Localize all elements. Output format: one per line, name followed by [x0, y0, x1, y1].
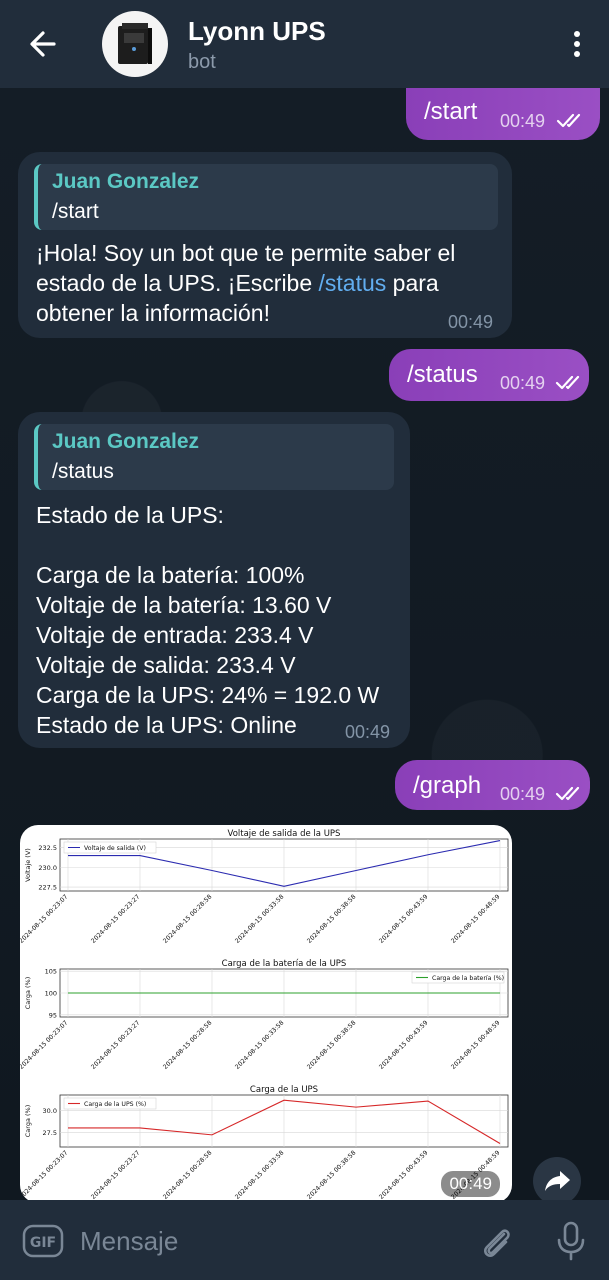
avatar[interactable] [102, 11, 168, 77]
gif-button[interactable]: GIF [22, 1224, 64, 1258]
legend-label: Voltaje de salida (V) [84, 845, 146, 852]
x-tick-label: 2024-08-15 00:23:27 [90, 893, 141, 944]
status-line: Voltaje de la batería: 13.60 V [36, 592, 332, 618]
graph-photo[interactable]: Voltaje de salida de la UPS 2024-08-15 00… [20, 825, 512, 1203]
x-tick-label: 2024-08-15 00:43:59 [378, 1149, 429, 1200]
legend-label: Carga de la UPS (%) [84, 1101, 146, 1108]
x-tick-label: 2024-08-15 00:23:27 [90, 1149, 141, 1200]
y-tick-label: 105 [45, 968, 57, 976]
status-line: Voltaje de entrada: 233.4 V [36, 622, 314, 648]
back-arrow-icon[interactable] [24, 26, 64, 62]
status-line [36, 530, 406, 560]
reply-quoted-text: /start [52, 200, 99, 223]
y-tick-label: 232.5 [38, 844, 57, 852]
x-tick-label: 2024-08-15 00:28:58 [162, 1149, 213, 1200]
status-line: Estado de la UPS: [36, 502, 224, 528]
x-tick-label: 2024-08-15 00:33:58 [234, 1149, 285, 1200]
photo-time: 00:49 [441, 1171, 500, 1197]
message-time: 00:49 [500, 111, 546, 131]
message-text: Estado de la UPS: Carga de la batería: 10… [36, 500, 406, 740]
y-axis-label: Voltaje (V) [24, 848, 32, 882]
x-tick-label: 2024-08-15 00:23:07 [20, 1019, 69, 1070]
x-tick-label: 2024-08-15 00:43:59 [378, 893, 429, 944]
chat-title[interactable]: Lyonn UPS [188, 16, 326, 47]
x-tick-label: 2024-08-15 00:28:58 [162, 1019, 213, 1070]
x-tick-label: 2024-08-15 00:48:59 [450, 1019, 501, 1070]
chat-header: Lyonn UPS bot [0, 0, 609, 88]
more-options-icon[interactable] [567, 26, 587, 62]
message-time: 00:49 [448, 312, 494, 332]
microphone-icon[interactable] [553, 1220, 589, 1262]
y-tick-label: 27.5 [43, 1129, 57, 1137]
x-tick-label: 2024-08-15 00:23:27 [90, 1019, 141, 1070]
ups-device-icon [118, 23, 152, 64]
chart-title: Carga de la batería de la UPS [222, 959, 347, 969]
message-time: 00:49 [345, 722, 391, 742]
incoming-message[interactable]: Juan Gonzalez /start ¡Hola! Soy un bot q… [18, 152, 512, 338]
reply-sender-name: Juan Gonzalez [52, 430, 200, 453]
x-tick-label: 2024-08-15 00:38:58 [306, 893, 357, 944]
outgoing-message[interactable]: /start 00:49 [406, 88, 600, 140]
chart-title: Voltaje de salida de la UPS [228, 829, 341, 839]
outgoing-message[interactable]: /graph 00:49 [395, 760, 590, 810]
status-line: Carga de la UPS: 24% = 192.0 W [36, 682, 380, 708]
legend-label: Carga de la batería (%) [432, 974, 504, 982]
status-line: Carga de la batería: 100% [36, 562, 305, 588]
y-tick-label: 227.5 [38, 884, 57, 892]
reply-preview[interactable]: Juan Gonzalez /start [34, 164, 498, 230]
y-tick-label: 100 [45, 990, 57, 998]
chat-subtitle: bot [188, 51, 216, 73]
forward-button[interactable] [533, 1157, 581, 1205]
message-composer: GIF [0, 1200, 609, 1280]
ups-charts: Voltaje de salida de la UPS 2024-08-15 00… [20, 829, 509, 1201]
x-tick-label: 2024-08-15 00:23:07 [20, 893, 69, 944]
double-check-icon [555, 375, 580, 390]
status-command-link[interactable]: /status [319, 270, 387, 296]
forward-arrow-icon [545, 1171, 570, 1191]
message-text: /graph [413, 772, 482, 799]
attachment-paperclip-icon[interactable] [476, 1222, 516, 1262]
chart-title: Carga de la UPS [250, 1085, 318, 1095]
incoming-message[interactable]: Juan Gonzalez /status Estado de la UPS: C… [18, 412, 410, 748]
x-tick-label: 2024-08-15 00:38:58 [306, 1149, 357, 1200]
x-tick-label: 2024-08-15 00:23:07 [20, 1149, 69, 1200]
reply-preview[interactable]: Juan Gonzalez /status [34, 424, 394, 490]
message-text: /start [424, 98, 478, 125]
x-tick-label: 2024-08-15 00:33:58 [234, 1019, 285, 1070]
x-tick-label: 2024-08-15 00:33:58 [234, 893, 285, 944]
status-line: Voltaje de salida: 233.4 V [36, 652, 296, 678]
x-tick-label: 2024-08-15 00:28:58 [162, 893, 213, 944]
message-time: 00:49 [500, 784, 546, 804]
y-axis-label: Carga (%) [24, 1105, 32, 1138]
message-input[interactable] [80, 1220, 450, 1262]
y-axis-label: Carga (%) [24, 977, 32, 1010]
x-tick-label: 2024-08-15 00:48:59 [450, 893, 501, 944]
y-tick-label: 95 [49, 1011, 57, 1019]
gif-label: GIF [30, 1235, 56, 1251]
y-tick-label: 30.0 [43, 1107, 57, 1115]
reply-sender-name: Juan Gonzalez [52, 170, 200, 193]
x-tick-label: 2024-08-15 00:43:59 [378, 1019, 429, 1070]
reply-quoted-text: /status [52, 460, 114, 483]
x-tick-label: 2024-08-15 00:38:58 [306, 1019, 357, 1070]
y-tick-label: 230.0 [38, 864, 57, 872]
message-text: /status [407, 361, 478, 388]
double-check-icon [556, 113, 581, 128]
double-check-icon [555, 786, 580, 801]
message-text: ¡Hola! Soy un bot que te permite saber e… [36, 240, 456, 326]
outgoing-message[interactable]: /status 00:49 [389, 349, 589, 401]
message-time: 00:49 [500, 373, 546, 393]
